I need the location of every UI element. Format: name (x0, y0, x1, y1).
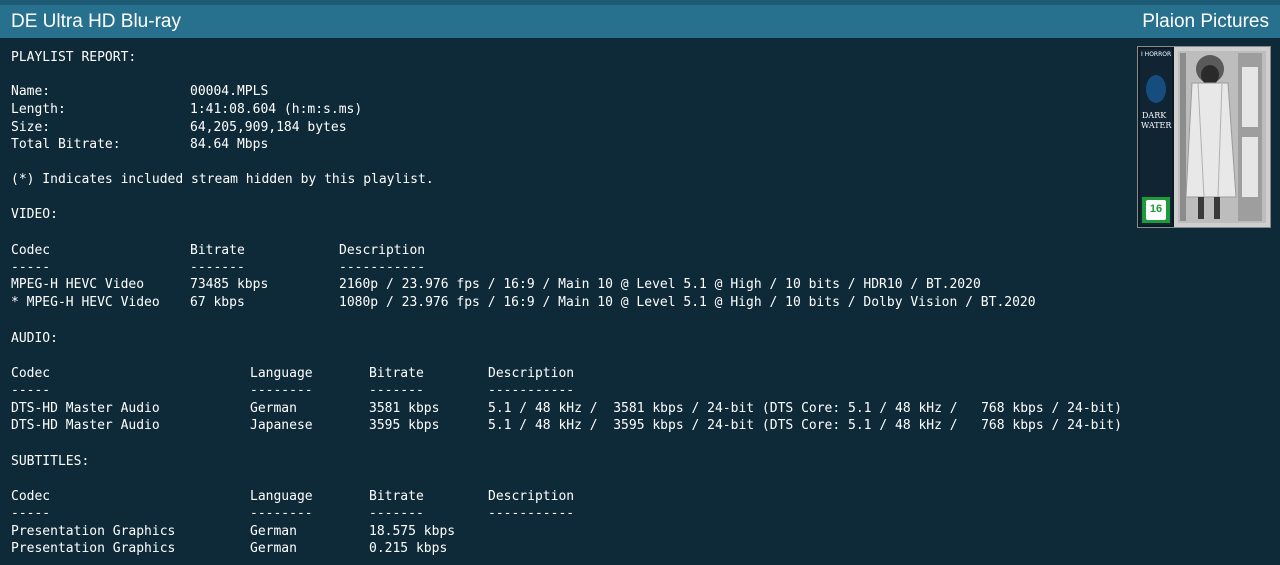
video-bitrate: 67 kbps (190, 295, 245, 310)
video-col-divider: ------- (190, 260, 245, 275)
subtitles-col-divider: ------- (369, 506, 424, 521)
video-codec: * MPEG-H HEVC Video (11, 295, 160, 310)
info-label: Total Bitrate: (11, 137, 121, 152)
subtitle-bitrate: 18.575 kbps (369, 524, 456, 539)
playlist-report: PLAYLIST REPORT: Name: 00004.MPLS Length… (0, 38, 1280, 565)
audio-bitrate: 3581 kbps (369, 401, 440, 416)
subtitles-col-header: Description (488, 489, 575, 504)
audio-description: 5.1 / 48 kHz / 3595 kbps / 24-bit (DTS C… (488, 418, 1122, 433)
disc-type-title: DE Ultra HD Blu-ray (11, 11, 181, 32)
subtitle-language: German (250, 524, 297, 539)
subtitles-col-header: Codec (11, 489, 51, 504)
video-heading: VIDEO: (11, 207, 58, 222)
audio-heading: AUDIO: (11, 331, 58, 346)
video-col-divider: ----- (11, 260, 51, 275)
info-label: Size: (11, 120, 51, 135)
video-col-header: Description (339, 243, 426, 258)
audio-col-header: Codec (11, 366, 51, 381)
info-label: Name: (11, 84, 51, 99)
info-value: 84.64 Mbps (190, 137, 269, 152)
cover-title-line2: WATER (1141, 121, 1172, 130)
subtitles-col-divider: -------- (250, 506, 313, 521)
subtitles-col-header: Language (250, 489, 313, 504)
audio-language: Japanese (250, 418, 313, 433)
cover-title-line1: DARK (1142, 111, 1167, 120)
audio-col-header: Bitrate (369, 366, 424, 381)
subtitles-col-divider: ----- (11, 506, 51, 521)
hidden-stream-note: (*) Indicates included stream hidden by … (11, 172, 434, 187)
video-col-header: Bitrate (190, 243, 245, 258)
subtitle-language: German (250, 541, 297, 556)
audio-codec: DTS-HD Master Audio (11, 418, 160, 433)
studio-name: Plaion Pictures (1142, 11, 1269, 32)
cover-art: I HORROR DARK WATER 16 (1137, 46, 1271, 228)
audio-col-header: Description (488, 366, 575, 381)
cover-label-top: I HORROR (1141, 51, 1172, 58)
info-value: 00004.MPLS (190, 84, 269, 99)
report-heading: PLAYLIST REPORT: (11, 50, 137, 65)
video-description: 1080p / 23.976 fps / 16:9 / Main 10 @ Le… (339, 295, 1036, 310)
subtitles-col-divider: ----------- (488, 506, 575, 521)
audio-codec: DTS-HD Master Audio (11, 401, 160, 416)
audio-language: German (250, 401, 297, 416)
info-value: 64,205,909,184 bytes (190, 120, 347, 135)
audio-col-divider: ----------- (488, 383, 575, 398)
fsk-rating-badge: 16 (1149, 203, 1163, 215)
video-bitrate: 73485 kbps (190, 277, 269, 292)
video-col-header: Codec (11, 243, 51, 258)
cover-art-image (1138, 47, 1270, 227)
audio-description: 5.1 / 48 kHz / 3581 kbps / 24-bit (DTS C… (488, 401, 1122, 416)
audio-col-divider: ----- (11, 383, 51, 398)
subtitles-heading: SUBTITLES: (11, 454, 90, 469)
audio-bitrate: 3595 kbps (369, 418, 440, 433)
video-codec: MPEG-H HEVC Video (11, 277, 145, 292)
video-description: 2160p / 23.976 fps / 16:9 / Main 10 @ Le… (339, 277, 981, 292)
audio-col-divider: -------- (250, 383, 313, 398)
subtitle-codec: Presentation Graphics (11, 524, 176, 539)
subtitle-codec: Presentation Graphics (11, 541, 176, 556)
info-label: Length: (11, 102, 66, 117)
audio-col-header: Language (250, 366, 313, 381)
header-bar: DE Ultra HD Blu-ray Plaion Pictures (0, 0, 1280, 38)
video-col-divider: ----------- (339, 260, 426, 275)
info-value: 1:41:08.604 (h:m:s.ms) (190, 102, 363, 117)
subtitle-bitrate: 0.215 kbps (369, 541, 448, 556)
audio-col-divider: ------- (369, 383, 424, 398)
subtitles-col-header: Bitrate (369, 489, 424, 504)
